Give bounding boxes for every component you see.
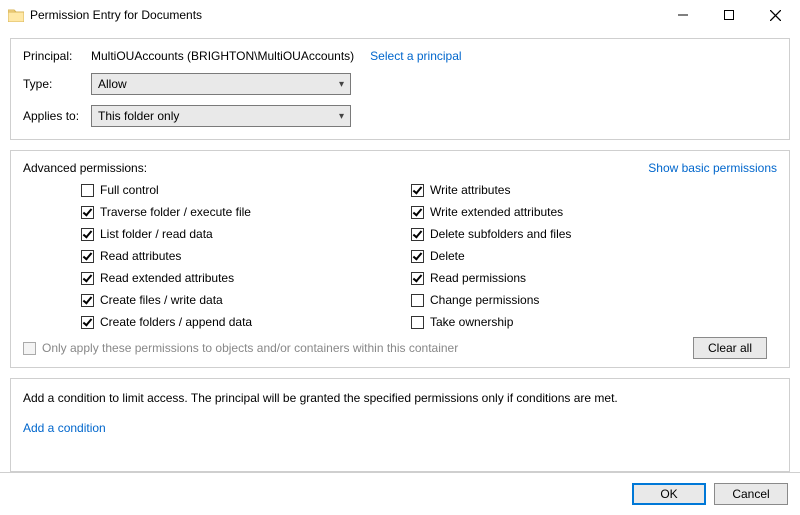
permission-item: Full control: [81, 181, 411, 199]
permission-label: Read extended attributes: [100, 271, 234, 285]
permissions-columns: Full control Traverse folder / execute fi…: [23, 181, 777, 331]
permission-item: Write extended attributes: [411, 203, 571, 221]
permission-item: Create folders / append data: [81, 313, 411, 331]
permission-checkbox[interactable]: [411, 294, 424, 307]
principal-label: Principal:: [23, 49, 91, 63]
permission-label: Create folders / append data: [100, 315, 252, 329]
content-area: Principal: MultiOUAccounts (BRIGHTON\Mul…: [0, 30, 800, 472]
add-condition-link[interactable]: Add a condition: [23, 421, 106, 435]
dialog-footer: OK Cancel: [0, 472, 800, 515]
ok-button[interactable]: OK: [632, 483, 706, 505]
permission-checkbox[interactable]: [81, 184, 94, 197]
applies-label: Applies to:: [23, 109, 91, 123]
clear-all-button[interactable]: Clear all: [693, 337, 767, 359]
permission-checkbox[interactable]: [411, 272, 424, 285]
permission-item: Read permissions: [411, 269, 571, 287]
permission-entry-window: Permission Entry for Documents Principal…: [0, 0, 800, 515]
titlebar: Permission Entry for Documents: [0, 0, 800, 30]
type-label: Type:: [23, 77, 91, 91]
applies-select-value: This folder only: [98, 109, 179, 123]
permission-label: Read permissions: [430, 271, 526, 285]
advanced-permissions-panel: Advanced permissions: Show basic permiss…: [10, 150, 790, 368]
only-apply-row: Only apply these permissions to objects …: [23, 341, 777, 355]
permission-item: Change permissions: [411, 291, 571, 309]
folder-icon: [8, 8, 24, 22]
show-basic-permissions-link[interactable]: Show basic permissions: [648, 161, 777, 175]
permission-label: Change permissions: [430, 293, 539, 307]
permission-checkbox[interactable]: [81, 272, 94, 285]
permission-checkbox[interactable]: [411, 316, 424, 329]
permission-checkbox[interactable]: [411, 228, 424, 241]
permission-label: Delete subfolders and files: [430, 227, 571, 241]
window-controls: [660, 0, 798, 30]
permission-checkbox[interactable]: [81, 206, 94, 219]
cancel-label: Cancel: [732, 487, 769, 501]
condition-description: Add a condition to limit access. The pri…: [23, 391, 777, 405]
applies-select[interactable]: This folder only ▾: [91, 105, 351, 127]
condition-panel: Add a condition to limit access. The pri…: [10, 378, 790, 472]
principal-row: Principal: MultiOUAccounts (BRIGHTON\Mul…: [23, 49, 777, 63]
advanced-permissions-heading: Advanced permissions:: [23, 161, 147, 175]
ok-label: OK: [660, 487, 677, 501]
permission-item: Read attributes: [81, 247, 411, 265]
principal-value: MultiOUAccounts (BRIGHTON\MultiOUAccount…: [91, 49, 354, 63]
select-principal-link[interactable]: Select a principal: [370, 49, 461, 63]
advanced-permissions-header: Advanced permissions: Show basic permiss…: [23, 161, 777, 175]
permission-checkbox[interactable]: [81, 250, 94, 263]
clear-all-label: Clear all: [708, 341, 752, 355]
chevron-down-icon: ▾: [339, 79, 344, 90]
maximize-button[interactable]: [706, 0, 752, 30]
permissions-column-right: Write attributes Write extended attribute…: [411, 181, 571, 331]
permission-checkbox[interactable]: [411, 250, 424, 263]
principal-panel: Principal: MultiOUAccounts (BRIGHTON\Mul…: [10, 38, 790, 140]
permission-checkbox[interactable]: [81, 228, 94, 241]
permission-label: Full control: [100, 183, 159, 197]
minimize-button[interactable]: [660, 0, 706, 30]
permission-item: Take ownership: [411, 313, 571, 331]
type-select-value: Allow: [98, 77, 127, 91]
permission-label: Write attributes: [430, 183, 510, 197]
type-row: Type: Allow ▾: [23, 73, 777, 95]
applies-row: Applies to: This folder only ▾: [23, 105, 777, 127]
permission-label: Traverse folder / execute file: [100, 205, 251, 219]
close-button[interactable]: [752, 0, 798, 30]
permission-checkbox[interactable]: [81, 294, 94, 307]
permission-label: Take ownership: [430, 315, 513, 329]
permission-label: Write extended attributes: [430, 205, 563, 219]
cancel-button[interactable]: Cancel: [714, 483, 788, 505]
permission-item: Write attributes: [411, 181, 571, 199]
permission-label: Read attributes: [100, 249, 181, 263]
permission-label: Delete: [430, 249, 465, 263]
permission-item: Read extended attributes: [81, 269, 411, 287]
permissions-column-left: Full control Traverse folder / execute fi…: [81, 181, 411, 331]
chevron-down-icon: ▾: [339, 111, 344, 122]
permission-label: List folder / read data: [100, 227, 213, 241]
only-apply-label: Only apply these permissions to objects …: [42, 341, 458, 355]
only-apply-checkbox: [23, 342, 36, 355]
permission-checkbox[interactable]: [81, 316, 94, 329]
permission-item: Delete: [411, 247, 571, 265]
permission-item: Traverse folder / execute file: [81, 203, 411, 221]
permission-checkbox[interactable]: [411, 184, 424, 197]
permission-checkbox[interactable]: [411, 206, 424, 219]
permission-item: Delete subfolders and files: [411, 225, 571, 243]
type-select[interactable]: Allow ▾: [91, 73, 351, 95]
permission-item: Create files / write data: [81, 291, 411, 309]
window-title: Permission Entry for Documents: [30, 8, 202, 22]
permission-item: List folder / read data: [81, 225, 411, 243]
permission-label: Create files / write data: [100, 293, 223, 307]
